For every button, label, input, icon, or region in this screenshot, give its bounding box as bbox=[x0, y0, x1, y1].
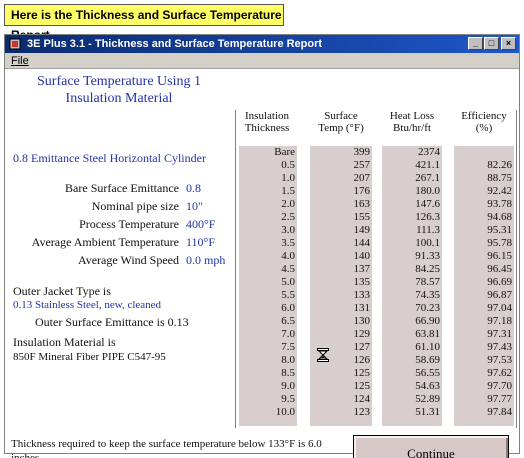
jacket-emittance: Outer Surface Emittance is 0.13 bbox=[35, 315, 189, 329]
report-window: 3E Plus 3.1 - Thickness and Surface Temp… bbox=[4, 34, 520, 458]
title-bar[interactable]: 3E Plus 3.1 - Thickness and Surface Temp… bbox=[5, 35, 519, 53]
app-icon bbox=[9, 38, 21, 50]
cell-efficiency: 97.84 bbox=[487, 406, 512, 418]
table-row: 8.0 126 58.69 97.53 bbox=[236, 354, 518, 366]
table-row: 7.5 127 61.10 97.43 bbox=[236, 341, 518, 353]
report-callout: Here is the Thickness and Surface Temper… bbox=[4, 4, 284, 42]
window-title: 3E Plus 3.1 - Thickness and Surface Temp… bbox=[27, 38, 323, 50]
table-row: 5.0 135 78.57 96.69 bbox=[236, 276, 518, 288]
param-value-wind-speed: 0.0 mph bbox=[186, 253, 226, 267]
table-row: 10.0 123 51.31 97.84 bbox=[236, 406, 518, 418]
header-thickness-line2: Thickness bbox=[244, 122, 290, 134]
table-row: 3.0 149 111.3 95.31 bbox=[236, 224, 518, 236]
results-table: Insulation Thickness Surface Temp (°F) H… bbox=[235, 110, 517, 428]
header-temp: Surface Temp (°F) bbox=[308, 110, 374, 146]
table-row: 6.0 131 70.23 97.04 bbox=[236, 302, 518, 314]
param-label-process-temp: Process Temperature bbox=[79, 217, 179, 231]
table-row: 7.0 129 63.81 97.31 bbox=[236, 328, 518, 340]
report-content: Surface Temperature Using 1 Insulation M… bbox=[5, 69, 519, 458]
table-row: 2.0 163 147.6 93.78 bbox=[236, 198, 518, 210]
jacket-value: 0.13 Stainless Steel, new, cleaned bbox=[13, 299, 162, 311]
menu-file[interactable]: File bbox=[11, 54, 29, 68]
cell-efficiency: 97.31 bbox=[487, 328, 512, 340]
header-temp-line2: Temp (°F) bbox=[318, 122, 364, 134]
param-value-emittance: 0.8 bbox=[186, 181, 201, 195]
cell-efficiency: 96.45 bbox=[487, 263, 512, 275]
header-heatloss: Heat Loss Btu/hr/ft bbox=[380, 110, 444, 146]
param-value-pipe-size: 10" bbox=[186, 199, 203, 213]
cell-efficiency: 82.26 bbox=[487, 159, 512, 171]
table-row: 0.5 257 421.1 82.26 bbox=[236, 159, 518, 171]
cell-efficiency: 97.43 bbox=[487, 341, 512, 353]
header-efficiency-line1: Efficiency bbox=[461, 110, 507, 122]
cell-efficiency: 94.68 bbox=[487, 211, 512, 223]
cell-efficiency: 96.69 bbox=[487, 276, 512, 288]
report-heading: Surface Temperature Using 1 Insulation M… bbox=[37, 74, 201, 106]
table-row: 5.5 133 74.35 96.87 bbox=[236, 289, 518, 301]
table-row: 4.0 140 91.33 96.15 bbox=[236, 250, 518, 262]
cell-efficiency: 97.18 bbox=[487, 315, 512, 327]
table-row: 9.0 125 54.63 97.70 bbox=[236, 380, 518, 392]
header-thickness-line1: Insulation bbox=[245, 110, 289, 122]
param-label-wind-speed: Average Wind Speed bbox=[77, 253, 179, 267]
header-heatloss-line1: Heat Loss bbox=[389, 110, 435, 122]
minimize-button[interactable]: _ bbox=[468, 37, 483, 50]
insulation-value: 850F Mineral Fiber PIPE C547-95 bbox=[13, 351, 166, 363]
header-heatloss-line2: Btu/hr/ft bbox=[393, 122, 431, 134]
cell-heatloss: 2374 bbox=[418, 146, 440, 158]
cell-efficiency: 96.15 bbox=[487, 250, 512, 262]
param-value-ambient-temp: 110°F bbox=[186, 235, 216, 249]
table-row: 3.5 144 100.1 95.78 bbox=[236, 237, 518, 249]
table-row: 1.5 176 180.0 92.42 bbox=[236, 185, 518, 197]
param-value-process-temp: 400°F bbox=[186, 217, 216, 231]
param-label-emittance: Bare Surface Emittance bbox=[65, 181, 179, 195]
cell-efficiency: 88.75 bbox=[487, 172, 512, 184]
table-row: 4.5 137 84.25 96.45 bbox=[236, 263, 518, 275]
header-efficiency-line2: (%) bbox=[475, 122, 493, 134]
geometry-description: 0.8 Emittance Steel Horizontal Cylinder bbox=[13, 151, 206, 165]
table-row: 8.5 125 56.55 97.62 bbox=[236, 367, 518, 379]
cell-efficiency: 96.87 bbox=[487, 289, 512, 301]
result-message: Thickness required to keep the surface t… bbox=[11, 438, 322, 458]
header-temp-line1: Surface bbox=[324, 110, 358, 122]
hourglass-icon bbox=[317, 348, 329, 362]
maximize-button[interactable]: □ bbox=[484, 37, 499, 50]
cell-efficiency: 97.77 bbox=[487, 393, 512, 405]
table-row: Bare 399 2374 bbox=[236, 146, 518, 158]
table-row: 1.0 207 267.1 88.75 bbox=[236, 172, 518, 184]
param-label-pipe-size: Nominal pipe size bbox=[91, 199, 179, 213]
table-row: 6.5 130 66.90 97.18 bbox=[236, 315, 518, 327]
jacket-label: Outer Jacket Type is bbox=[13, 284, 111, 298]
insulation-label: Insulation Material is bbox=[13, 335, 116, 349]
header-efficiency: Efficiency (%) bbox=[452, 110, 516, 146]
cell-efficiency: 93.78 bbox=[487, 198, 512, 210]
close-button[interactable]: × bbox=[501, 37, 516, 50]
param-label-ambient-temp: Average Ambient Temperature bbox=[31, 235, 179, 249]
cell-efficiency: 95.31 bbox=[487, 224, 512, 236]
continue-button[interactable]: Continue bbox=[353, 435, 509, 458]
cell-efficiency: 95.78 bbox=[487, 237, 512, 249]
cell-efficiency: 97.04 bbox=[487, 302, 512, 314]
cell-efficiency: 97.70 bbox=[487, 380, 512, 392]
cell-efficiency: 92.42 bbox=[487, 185, 512, 197]
table-row: 9.5 124 52.89 97.77 bbox=[236, 393, 518, 405]
cell-efficiency: 97.53 bbox=[487, 354, 512, 366]
menu-bar: File bbox=[5, 53, 519, 69]
table-row: 2.5 155 126.3 94.68 bbox=[236, 211, 518, 223]
header-thickness: Insulation Thickness bbox=[236, 110, 298, 146]
cell-efficiency: 97.62 bbox=[487, 367, 512, 379]
